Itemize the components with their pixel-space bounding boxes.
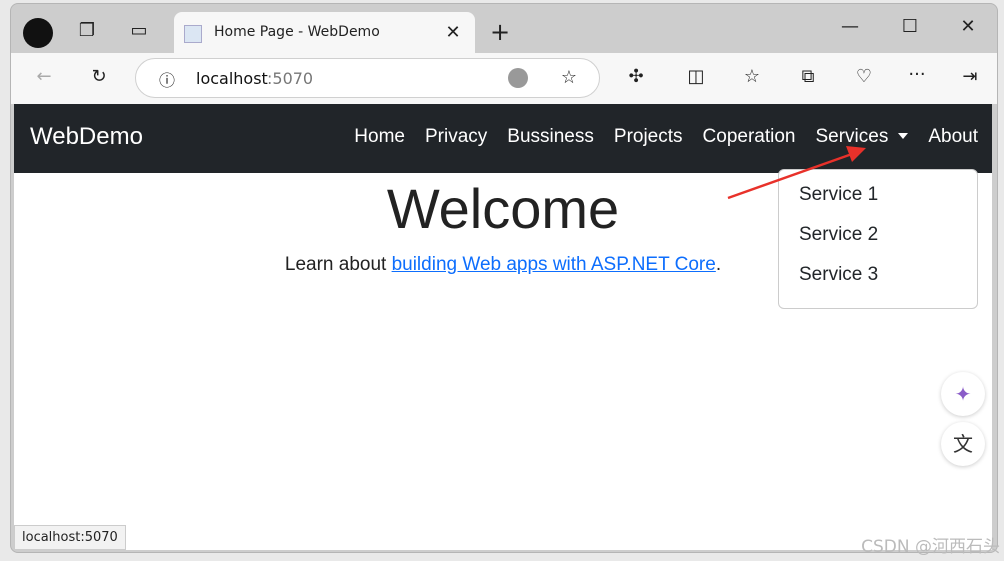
status-bar-url: localhost:5070: [14, 525, 126, 550]
vertical-tabs-icon[interactable]: ▭: [126, 20, 152, 41]
favorite-star-icon[interactable]: ☆: [556, 67, 582, 88]
info-icon[interactable]: ⓘ: [154, 67, 180, 91]
maximize-icon[interactable]: ☐: [897, 16, 923, 37]
more-icon[interactable]: ···: [904, 64, 930, 85]
workspaces-icon[interactable]: ❐: [74, 20, 100, 41]
new-tab-icon[interactable]: +: [487, 18, 513, 46]
toolbar: ← ↻ ⓘ localhost :5070 ☆ ✣ ◫ ☆ ⧉ ♡ ··· ⇥: [11, 53, 997, 104]
edge-icon[interactable]: [508, 68, 528, 88]
profile-avatar[interactable]: [23, 18, 53, 48]
annotation-arrow: [727, 146, 866, 200]
translate-icon[interactable]: 文: [941, 422, 985, 466]
watermark: CSDN @河西石头: [861, 537, 1000, 557]
back-icon[interactable]: ←: [31, 66, 57, 87]
close-window-icon[interactable]: ✕: [955, 16, 981, 37]
address-host: localhost: [196, 69, 268, 88]
refresh-icon[interactable]: ↻: [86, 66, 112, 87]
address-bar[interactable]: ⓘ localhost :5070 ☆: [135, 58, 600, 98]
web-page: WebDemo Home Privacy Bussiness Projects …: [14, 104, 992, 550]
copilot-icon[interactable]: ✦: [941, 372, 985, 416]
split-screen-icon[interactable]: ◫: [683, 66, 709, 87]
favorites-icon[interactable]: ☆: [739, 66, 765, 87]
browser-window: ❐ ▭ Home Page - WebDemo ✕ + — ☐ ✕ ← ↻ ⓘ …: [10, 3, 998, 553]
tab-title: Home Page - WebDemo: [214, 24, 380, 40]
collections-icon[interactable]: ⧉: [795, 66, 821, 87]
page-favicon: [184, 25, 202, 43]
extensions-icon[interactable]: ✣: [623, 66, 649, 87]
tab-home-page[interactable]: Home Page - WebDemo ✕: [174, 12, 475, 54]
close-tab-icon[interactable]: ✕: [440, 22, 466, 43]
sidebar-icon[interactable]: ⇥: [957, 66, 983, 87]
address-port: :5070: [267, 69, 314, 88]
minimize-icon[interactable]: —: [837, 16, 863, 37]
browser-essentials-icon[interactable]: ♡: [851, 66, 877, 87]
